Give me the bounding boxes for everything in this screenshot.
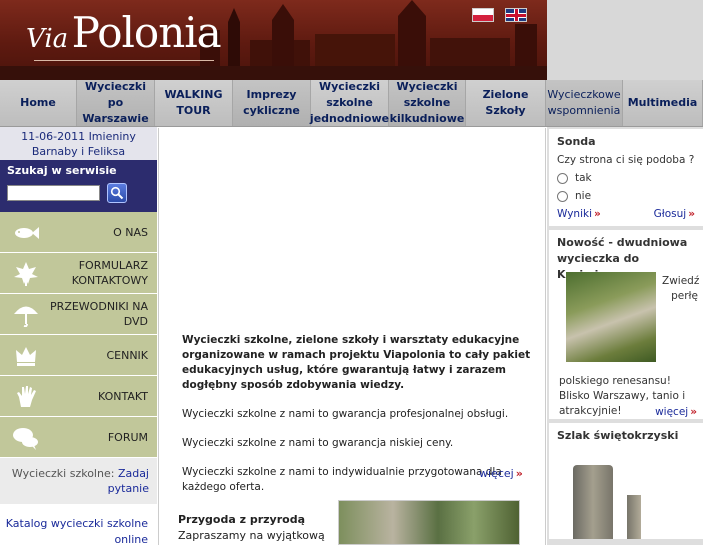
nav-recurring-events[interactable]: Imprezy cykliczne — [233, 80, 311, 126]
logo-via-text: Via — [26, 24, 69, 54]
intro-line-price: Wycieczki szkolne z nami to gwarancja ni… — [182, 437, 454, 449]
nav-home[interactable]: Home — [0, 80, 77, 126]
nav-multimedia[interactable]: Multimedia — [623, 80, 703, 126]
page-right-margin — [703, 0, 727, 545]
pl-flag-icon[interactable] — [472, 8, 494, 22]
news-more-link[interactable]: więcej» — [655, 406, 697, 418]
school-trips-question: Wycieczki szkolne: Zadaj pytanie — [0, 458, 157, 504]
nav-trip-memories[interactable]: Wycieczkowe wspomnienia — [546, 80, 623, 126]
school-trips-text: Wycieczki szkolne: — [11, 467, 115, 480]
more-link-text: więcej — [479, 467, 514, 480]
header-right-panel — [547, 0, 727, 80]
fish-icon — [15, 227, 39, 239]
adventure-text: Zapraszamy na wyjątkową — [178, 529, 325, 542]
trail-panel: Szlak świętokrzyski — [549, 423, 703, 539]
main-content: Wycieczki szkolne, zielone szkoły i wars… — [158, 128, 546, 545]
search-icon — [110, 186, 124, 200]
poll-vote-text: Głosuj — [653, 208, 687, 220]
date-text: 11-06-2011 Imieniny — [21, 130, 136, 143]
double-chevron-right-icon: » — [688, 208, 695, 220]
news-more-text: więcej — [655, 406, 689, 418]
catalog-link-line1: Katalog wycieczki szkolne — [5, 517, 148, 530]
logo-underline — [34, 60, 214, 61]
left-sidebar: 11-06-2011 Imieniny Barnaby i Feliksa Sz… — [0, 127, 157, 545]
speech-bubbles-icon — [13, 428, 38, 450]
adventure-title[interactable]: Przygoda z przyrodą — [178, 513, 305, 526]
double-chevron-right-icon: » — [515, 467, 523, 480]
kazimierz-photo[interactable] — [566, 272, 656, 362]
poll-results-text: Wyniki — [557, 208, 592, 220]
radio-button[interactable] — [557, 190, 568, 202]
menu-item-contact[interactable]: KONTAKT — [0, 376, 157, 417]
en-flag-icon[interactable] — [505, 8, 527, 22]
nav-warsaw-trips[interactable]: Wycieczki po Warszawie — [77, 80, 155, 126]
castle-tower-small — [627, 495, 641, 539]
poll-results-link[interactable]: Wyniki» — [557, 208, 601, 220]
right-sidebar: Sonda Czy strona ci się podoba ? tak nie… — [547, 127, 703, 545]
crown-icon — [16, 347, 36, 366]
logo-polonia-text: Polonia — [71, 8, 222, 57]
trail-title[interactable]: Szlak świętokrzyski — [557, 428, 695, 444]
header-banner: Via Polonia — [0, 0, 547, 80]
nature-trip-photo[interactable] — [338, 500, 520, 545]
menu-item-contact-form[interactable]: FORMULARZ KONTAKTOWY — [0, 253, 157, 294]
poll-question: Czy strona ci się podoba ? — [557, 154, 695, 166]
nav-green-schools[interactable]: Zielone Szkoły — [466, 80, 546, 126]
intro-text: Wycieczki szkolne, zielone szkoły i wars… — [182, 333, 532, 509]
name-day-text: Barnaby i Feliksa — [31, 145, 126, 158]
radio-button[interactable] — [557, 172, 568, 184]
name-day-box: 11-06-2011 Imieniny Barnaby i Feliksa — [0, 127, 157, 160]
more-link[interactable]: więcej» — [479, 467, 523, 480]
double-chevron-right-icon: » — [690, 406, 697, 418]
intro-bold-paragraph: Wycieczki szkolne, zielone szkoły i wars… — [182, 334, 531, 391]
hand-icon — [17, 386, 36, 407]
umbrella-icon — [14, 306, 38, 327]
menu-item-label: FORUM — [107, 430, 148, 444]
catalog-link[interactable]: Katalog wycieczki szkolne online — [0, 504, 157, 545]
news-side-text: Zwiedź perłę — [662, 275, 700, 302]
main-nav: Home Wycieczki po Warszawie WALKING TOUR… — [0, 80, 703, 127]
menu-item-label: PRZEWODNIKI NA DVD — [50, 300, 148, 328]
catalog-link-line2: online — [114, 533, 148, 545]
nav-walking-tour[interactable]: WALKING TOUR — [155, 80, 233, 126]
news-panel: Nowość - dwudniowa wycieczka do Kazimier… — [549, 230, 703, 419]
poll-option-label: nie — [575, 190, 592, 202]
search-input[interactable] — [7, 185, 100, 201]
menu-item-label: FORMULARZ KONTAKTOWY — [71, 259, 148, 287]
poll-option-label: tak — [575, 172, 592, 184]
nav-multi-day-school-trips[interactable]: Wycieczki szkolne kilkudniowe — [389, 80, 466, 126]
site-logo[interactable]: Via Polonia — [26, 8, 222, 57]
poll-option-no[interactable]: nie — [557, 190, 695, 202]
castle-tower-photo[interactable] — [573, 465, 613, 539]
poll-vote-link[interactable]: Głosuj» — [654, 208, 695, 220]
search-button[interactable] — [107, 183, 127, 203]
poll-option-yes[interactable]: tak — [557, 172, 695, 184]
search-title: Szukaj w serwisie — [7, 164, 117, 177]
menu-item-label: KONTAKT — [98, 389, 148, 403]
search-box: Szukaj w serwisie — [0, 160, 157, 212]
ask-question-link[interactable]: Zadaj pytanie — [108, 467, 149, 495]
menu-item-dvd-guides[interactable]: PRZEWODNIKI NA DVD — [0, 294, 157, 335]
maple-leaf-icon — [14, 262, 38, 286]
double-chevron-right-icon: » — [593, 208, 601, 220]
nav-one-day-school-trips[interactable]: Wycieczki szkolne jednodniowe — [310, 80, 389, 126]
menu-item-about[interactable]: O NAS — [0, 212, 157, 253]
menu-item-label: O NAS — [113, 225, 148, 239]
poll-title: Sonda — [557, 135, 596, 148]
intro-line-service: Wycieczki szkolne z nami to gwarancja pr… — [182, 408, 509, 420]
menu-item-prices[interactable]: CENNIK — [0, 335, 157, 376]
poll-panel: Sonda Czy strona ci się podoba ? tak nie… — [549, 129, 703, 226]
menu-item-label: CENNIK — [106, 348, 148, 362]
menu-item-forum[interactable]: FORUM — [0, 417, 157, 458]
